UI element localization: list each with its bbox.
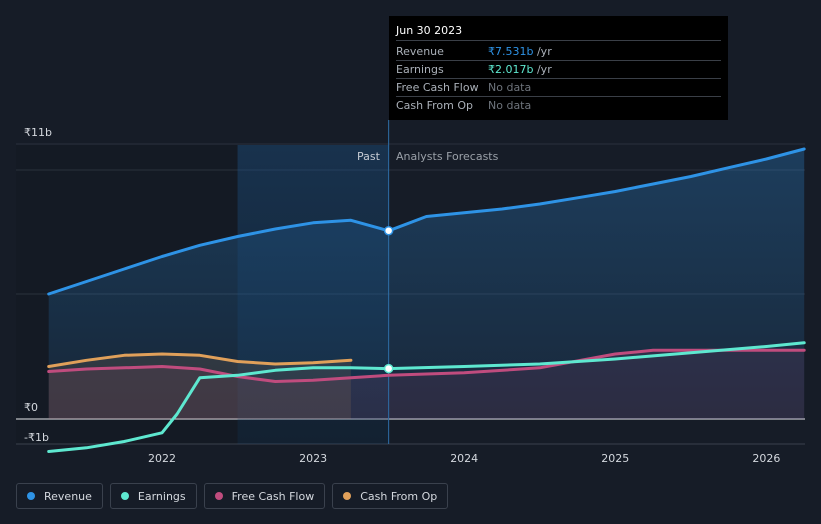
x-tick-label: 2023 — [299, 452, 327, 465]
tooltip-row-earnings: Earnings ₹2.017b /yr — [396, 61, 721, 79]
legend-item-free-cash-flow[interactable]: Free Cash Flow — [203, 483, 326, 509]
tooltip-cfo-value: No data — [488, 99, 532, 112]
revenue-marker — [383, 225, 394, 236]
tooltip-earnings-value: ₹2.017b — [488, 63, 534, 76]
tooltip-row-label: Cash From Op — [396, 99, 474, 112]
x-tick-label: 2022 — [148, 452, 176, 465]
tooltip-unit: /yr — [533, 45, 552, 58]
legend: Revenue Earnings Free Cash Flow Cash Fro… — [16, 483, 449, 511]
y-tick-label: ₹11b — [24, 126, 52, 139]
tooltip-row-label: Earnings — [396, 63, 444, 76]
forecast-label: Analysts Forecasts — [396, 150, 499, 163]
legend-item-cash-from-op[interactable]: Cash From Op — [332, 483, 449, 509]
x-tick-label: 2025 — [601, 452, 629, 465]
past-label: Past — [357, 150, 380, 163]
y-tick-label: ₹0 — [24, 401, 38, 414]
tooltip: Jun 30 2023 Revenue ₹7.531b /yr Earnings… — [389, 16, 728, 120]
legend-label: Revenue — [44, 489, 92, 503]
legend-dot-icon — [27, 492, 35, 500]
x-tick-label: 2024 — [450, 452, 478, 465]
legend-label: Earnings — [137, 489, 186, 503]
tooltip-row-cfo: Cash From Op No data — [396, 97, 721, 114]
legend-label: Free Cash Flow — [231, 489, 315, 503]
legend-label: Cash From Op — [360, 489, 438, 503]
tooltip-date: Jun 30 2023 — [396, 22, 721, 41]
tooltip-revenue-value: ₹7.531b — [488, 45, 534, 58]
legend-item-earnings[interactable]: Earnings — [109, 483, 197, 509]
x-tick-label: 2026 — [752, 452, 780, 465]
tooltip-row-label: Free Cash Flow — [396, 81, 479, 94]
tooltip-row-revenue: Revenue ₹7.531b /yr — [396, 43, 721, 61]
legend-dot-icon — [120, 492, 129, 500]
legend-dot-icon — [214, 492, 223, 500]
tooltip-row-label: Revenue — [396, 45, 444, 58]
legend-dot-icon — [343, 492, 352, 500]
tooltip-row-fcf: Free Cash Flow No data — [396, 79, 721, 97]
y-tick-label: -₹1b — [24, 431, 49, 444]
tooltip-unit: /yr — [533, 63, 552, 76]
legend-item-revenue[interactable]: Revenue — [16, 483, 103, 509]
tooltip-fcf-value: No data — [488, 81, 532, 94]
earnings-marker — [383, 363, 394, 374]
